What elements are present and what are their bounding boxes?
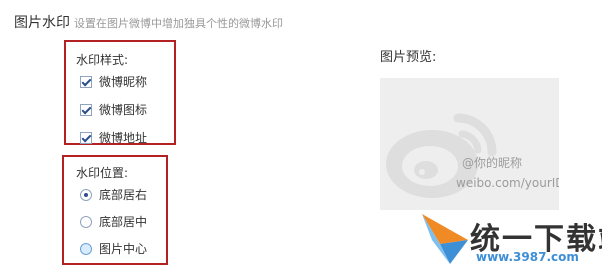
nickname-checkbox-label: 微博昵称 [99,75,148,89]
watermark-style-label: 水印样式: [76,53,129,67]
radio-row-bottom-center[interactable]: 底部居中 [80,213,147,230]
address-checkbox[interactable] [80,131,92,144]
nickname-checkbox[interactable] [80,75,92,88]
icon-checkbox-label: 微博图标 [99,103,148,117]
radio-row-bottom-right[interactable]: 底部居右 [80,186,147,203]
address-checkbox-label: 微博地址 [99,131,148,145]
section-title: 图片水印 [14,15,70,31]
section-description: 设置在图片微博中增加独具个性的微博水印 [74,17,283,30]
bottom-center-radio-label: 底部居中 [99,215,148,229]
icon-checkbox[interactable] [80,103,92,116]
section-header: 图片水印 设置在图片微博中增加独具个性的微博水印 [14,12,283,32]
site-logo-url: www.3987.com [476,250,579,264]
checkbox-row-nickname[interactable]: 微博昵称 [80,73,147,90]
bottom-right-radio[interactable] [80,188,92,201]
bottom-right-radio-label: 底部居右 [99,188,148,202]
image-center-radio-label: 图片中心 [99,242,148,256]
radio-row-image-center[interactable]: 图片中心 [80,240,147,257]
watermark-position-label: 水印位置: [76,166,129,180]
preview-label: 图片预览: [380,50,437,65]
checkbox-row-icon[interactable]: 微博图标 [80,101,147,118]
watermark-url-text: weibo.com/yourID [456,176,559,190]
weibo-logo-icon [386,113,497,198]
watermark-nickname-text: @你的昵称 [462,156,523,170]
checkbox-row-address[interactable]: 微博地址 [80,129,147,146]
image-preview: @你的昵称 weibo.com/yourID [380,78,559,210]
image-center-radio[interactable] [80,242,92,255]
bottom-center-radio[interactable] [80,215,92,228]
